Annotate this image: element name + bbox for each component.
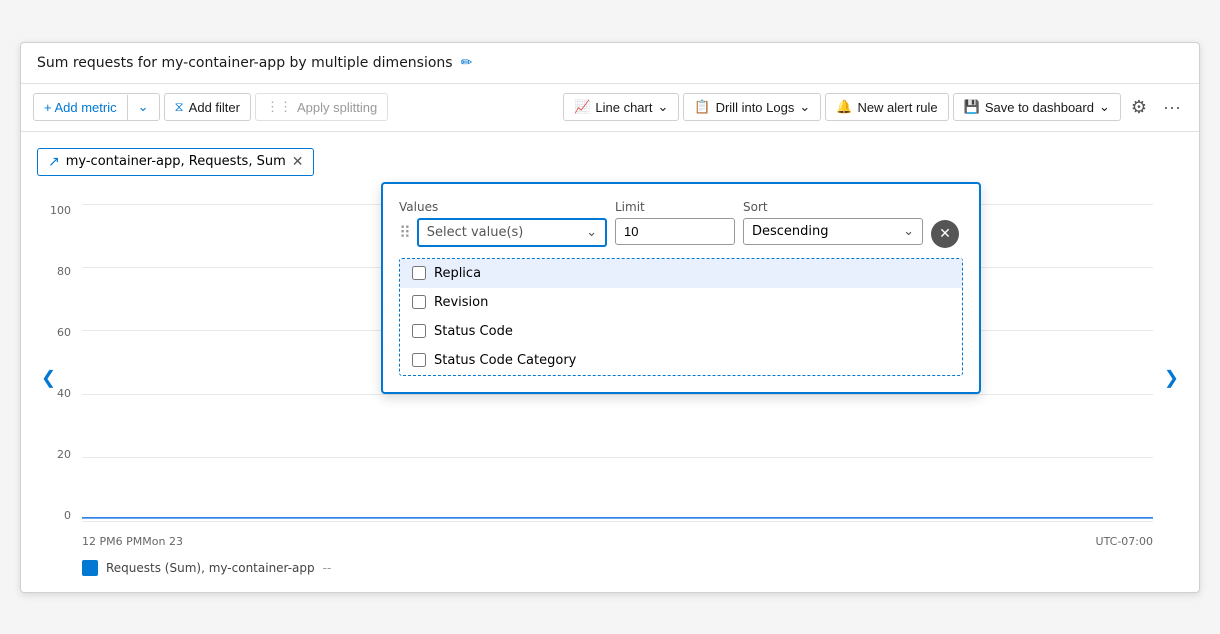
y-label-0: 0 xyxy=(64,509,71,522)
add-filter-label: Add filter xyxy=(189,100,240,115)
add-filter-button[interactable]: ⧖ Add filter xyxy=(164,93,251,121)
dropdown-item-status-code[interactable]: Status Code xyxy=(400,317,962,346)
limit-input[interactable] xyxy=(615,218,735,245)
title-bar: Sum requests for my-container-app by mul… xyxy=(21,43,1199,84)
y-label-20: 20 xyxy=(57,448,71,461)
splitting-panel: Values ⠿ Select value(s) ⌄ Limit xyxy=(381,182,981,394)
legend-color xyxy=(82,560,98,576)
drill-logs-chevron: ⌄ xyxy=(799,99,810,115)
legend-value: -- xyxy=(323,561,332,575)
add-metric-label: + Add metric xyxy=(44,100,117,115)
more-options-button[interactable]: ··· xyxy=(1157,92,1187,123)
dropdown-item-label-status-code: Status Code xyxy=(434,324,513,339)
splitting-panel-close[interactable]: ✕ xyxy=(931,220,959,248)
drag-handle-icon: ⠿ xyxy=(399,223,411,242)
line-chart-chevron: ⌄ xyxy=(657,99,668,115)
save-icon: 💾 xyxy=(964,99,980,115)
line-chart-icon: 📈 xyxy=(574,99,590,115)
apply-splitting-button[interactable]: ⋮⋮ Apply splitting xyxy=(255,93,388,121)
edit-title-icon[interactable]: ✏ xyxy=(461,55,473,71)
filter-icon: ⧖ xyxy=(175,99,184,115)
x-label-6pm: 6 PM xyxy=(116,535,143,548)
drill-logs-icon: 📋 xyxy=(694,99,710,115)
line-chart-label: Line chart xyxy=(595,100,652,115)
chart-xaxis: 12 PM 6 PM Mon 23 UTC-07:00 xyxy=(82,531,1153,552)
x-label-mon23: Mon 23 xyxy=(142,535,183,548)
metric-chip: ↗ my-container-app, Requests, Sum ✕ xyxy=(37,148,314,176)
chart-legend: Requests (Sum), my-container-app -- xyxy=(37,560,1183,576)
values-label: Values xyxy=(399,200,607,214)
sort-chevron: ⌄ xyxy=(903,224,914,239)
x-label-utc: UTC-07:00 xyxy=(1096,535,1153,548)
line-chart-button[interactable]: 📈 Line chart ⌄ xyxy=(563,93,679,121)
values-chevron: ⌄ xyxy=(586,225,597,240)
drill-into-logs-button[interactable]: 📋 Drill into Logs ⌄ xyxy=(683,93,821,121)
sort-value: Descending xyxy=(752,224,829,239)
limit-label: Limit xyxy=(615,200,735,214)
splitting-icon: ⋮⋮ xyxy=(266,99,292,115)
dropdown-item-revision[interactable]: Revision xyxy=(400,288,962,317)
dropdown-item-status-code-category[interactable]: Status Code Category xyxy=(400,346,962,375)
page-title: Sum requests for my-container-app by mul… xyxy=(37,55,453,71)
add-metric-group: + Add metric ⌄ xyxy=(33,93,160,121)
main-content: ↗ my-container-app, Requests, Sum ✕ Valu… xyxy=(21,132,1199,592)
new-alert-rule-button[interactable]: 🔔 New alert rule xyxy=(825,93,948,121)
apply-splitting-label: Apply splitting xyxy=(297,100,377,115)
save-dashboard-chevron: ⌄ xyxy=(1099,99,1110,115)
toolbar: + Add metric ⌄ ⧖ Add filter ⋮⋮ Apply spl… xyxy=(21,84,1199,132)
splitting-panel-header: Values ⠿ Select value(s) ⌄ Limit xyxy=(399,200,963,248)
save-to-dashboard-label: Save to dashboard xyxy=(985,100,1094,115)
chart-right-arrow[interactable]: ❯ xyxy=(1160,363,1183,392)
more-options-icon: ··· xyxy=(1163,97,1181,118)
close-icon: ✕ xyxy=(939,226,951,242)
drill-into-logs-label: Drill into Logs xyxy=(716,100,795,115)
chevron-down-icon: ⌄ xyxy=(138,99,149,115)
checkbox-status-code-category[interactable] xyxy=(412,353,426,367)
sort-field: Sort Descending ⌄ xyxy=(743,200,923,245)
x-label-12pm: 12 PM xyxy=(82,535,116,548)
sort-select[interactable]: Descending ⌄ xyxy=(743,218,923,245)
checkbox-revision[interactable] xyxy=(412,295,426,309)
dropdown-item-label-status-code-category: Status Code Category xyxy=(434,353,576,368)
limit-field: Limit xyxy=(615,200,735,245)
new-alert-rule-label: New alert rule xyxy=(857,100,937,115)
y-label-80: 80 xyxy=(57,265,71,278)
main-window: Sum requests for my-container-app by mul… xyxy=(20,42,1200,593)
y-label-60: 60 xyxy=(57,326,71,339)
settings-icon: ⚙ xyxy=(1131,97,1147,118)
metric-chip-label: my-container-app, Requests, Sum xyxy=(66,154,286,169)
add-metric-button[interactable]: + Add metric xyxy=(34,95,128,120)
chart-yaxis: 100 80 60 40 20 0 xyxy=(37,204,77,522)
legend-label: Requests (Sum), my-container-app xyxy=(106,561,315,575)
values-dropdown: Replica Revision Status Code Status Code… xyxy=(399,258,963,376)
y-label-40: 40 xyxy=(57,387,71,400)
metric-chip-icon: ↗ xyxy=(48,154,60,170)
values-select[interactable]: Select value(s) ⌄ xyxy=(417,218,607,247)
save-to-dashboard-button[interactable]: 💾 Save to dashboard ⌄ xyxy=(953,93,1121,121)
settings-button[interactable]: ⚙ xyxy=(1125,92,1153,123)
sort-label: Sort xyxy=(743,200,923,214)
dropdown-item-replica[interactable]: Replica xyxy=(400,259,962,288)
checkbox-status-code[interactable] xyxy=(412,324,426,338)
dropdown-item-label-replica: Replica xyxy=(434,266,481,281)
values-field: Values ⠿ Select value(s) ⌄ xyxy=(399,200,607,247)
toolbar-right: 📈 Line chart ⌄ 📋 Drill into Logs ⌄ 🔔 New… xyxy=(563,92,1187,123)
gridline-0 xyxy=(82,521,1153,522)
checkbox-replica[interactable] xyxy=(412,266,426,280)
alert-icon: 🔔 xyxy=(836,99,852,115)
metric-chip-close[interactable]: ✕ xyxy=(292,154,304,170)
y-label-100: 100 xyxy=(50,204,71,217)
values-placeholder: Select value(s) xyxy=(427,225,524,240)
add-metric-chevron-button[interactable]: ⌄ xyxy=(128,94,159,120)
dropdown-item-label-revision: Revision xyxy=(434,295,488,310)
